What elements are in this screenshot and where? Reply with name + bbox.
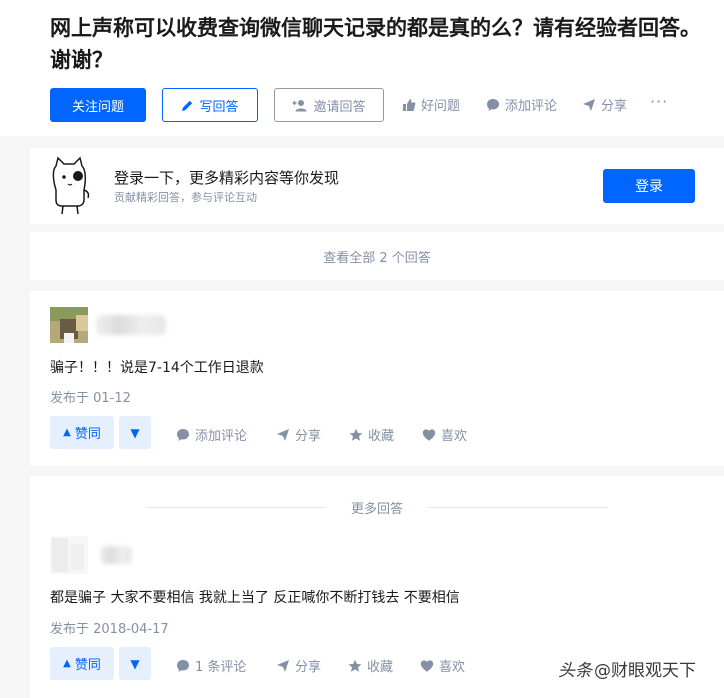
upvote-button[interactable]: ▲ 赞同 xyxy=(50,416,114,449)
triangle-down-icon: ▼ xyxy=(130,656,140,671)
answer-share-button[interactable]: 分享 xyxy=(276,425,321,444)
star-icon xyxy=(348,659,362,673)
triangle-up-icon: ▲ xyxy=(63,427,71,438)
heart-icon xyxy=(420,659,434,673)
comment-bubble-icon xyxy=(176,659,190,673)
triangle-up-icon: ▲ xyxy=(63,658,71,669)
watermark: 头条 @财眼观天下 xyxy=(558,656,696,681)
answer-card: 骗子！！！说是7-14个工作日退款 发布于 01-12 ▲ 赞同 ▼ 添加评论 … xyxy=(30,291,724,466)
answer-share-label: 分享 xyxy=(295,429,322,444)
invite-answer-button[interactable]: 邀请回答 xyxy=(274,88,384,122)
comment-bubble-icon xyxy=(486,98,500,112)
downvote-button[interactable]: ▼ xyxy=(119,416,151,449)
write-answer-button[interactable]: 写回答 xyxy=(162,88,258,122)
login-button-label: 登录 xyxy=(635,179,663,195)
share-button[interactable]: 分享 xyxy=(582,95,627,114)
answer-collect-label: 收藏 xyxy=(367,660,394,675)
good-question-button[interactable]: 好问题 xyxy=(402,95,460,114)
answer-date: 发布于 2018-04-17 xyxy=(50,622,169,637)
avatar xyxy=(50,307,88,343)
divider-line xyxy=(428,507,608,508)
answer-like-label: 喜欢 xyxy=(439,660,466,675)
answer-collect-button[interactable]: 收藏 xyxy=(349,425,394,444)
answer-share-button[interactable]: 分享 xyxy=(276,656,321,675)
add-user-icon xyxy=(292,99,308,112)
answer-comment-button[interactable]: 1 条评论 xyxy=(176,656,246,675)
upvote-button[interactable]: ▲ 赞同 xyxy=(50,647,114,680)
upvote-label: 赞同 xyxy=(74,427,101,442)
login-prompt-subtitle: 贡献精彩回答，参与评论互动 xyxy=(114,191,257,204)
answer-like-button[interactable]: 喜欢 xyxy=(420,656,465,675)
follow-question-label: 关注问题 xyxy=(71,99,124,115)
answer-comment-button[interactable]: 添加评论 xyxy=(176,425,247,444)
answer-comment-label: 添加评论 xyxy=(195,429,248,444)
login-prompt-title: 登录一下，更多精彩内容等你发现 xyxy=(114,169,340,187)
answer-like-label: 喜欢 xyxy=(441,429,468,444)
watermark-account: @财眼观天下 xyxy=(594,661,696,681)
answer-collect-button[interactable]: 收藏 xyxy=(348,656,393,675)
write-answer-label: 写回答 xyxy=(199,99,239,115)
watermark-prefix: 头条 xyxy=(558,661,592,681)
author-name-blurred[interactable] xyxy=(96,315,166,335)
heart-icon xyxy=(422,428,436,442)
author-name-blurred[interactable] xyxy=(100,546,132,564)
downvote-button[interactable]: ▼ xyxy=(119,647,151,680)
more-options-label: ··· xyxy=(650,92,669,111)
share-label: 分享 xyxy=(601,99,628,114)
answer-like-button[interactable]: 喜欢 xyxy=(422,425,467,444)
view-all-answers-label: 查看全部 2 个回答 xyxy=(323,250,431,266)
answer-date: 发布于 01-12 xyxy=(50,391,131,406)
share-plane-icon xyxy=(276,659,290,673)
login-prompt-card: 登录一下，更多精彩内容等你发现 贡献精彩回答，参与评论互动 登录 xyxy=(30,148,724,224)
more-answers-label: 更多回答 xyxy=(350,502,403,517)
mascot-illustration xyxy=(48,156,92,216)
question-title: 网上声称可以收费查询微信聊天记录的都是真的么？请有经验者回答。谢谢？ xyxy=(50,16,701,72)
share-plane-icon xyxy=(276,428,290,442)
answer-content: 都是骗子 大家不要相信 我就上当了 反正喊你不断打钱去 不要相信 xyxy=(50,590,460,606)
answer-share-label: 分享 xyxy=(295,660,322,675)
more-options-button[interactable]: ··· xyxy=(650,92,668,111)
view-all-answers-link[interactable]: 查看全部 2 个回答 xyxy=(30,232,724,280)
share-plane-icon xyxy=(582,98,596,112)
thumbs-up-icon xyxy=(402,98,416,112)
avatar xyxy=(50,536,88,574)
more-answers-divider: 更多回答 xyxy=(30,498,724,518)
pencil-icon xyxy=(181,99,194,112)
answer-content: 骗子！！！说是7-14个工作日退款 xyxy=(50,360,264,376)
upvote-label: 赞同 xyxy=(74,658,101,673)
follow-question-button[interactable]: 关注问题 xyxy=(50,88,146,122)
star-icon xyxy=(349,428,363,442)
add-comment-button[interactable]: 添加评论 xyxy=(486,95,557,114)
question-header: 网上声称可以收费查询微信聊天记录的都是真的么？请有经验者回答。谢谢？ 关注问题 … xyxy=(0,0,724,136)
add-comment-label: 添加评论 xyxy=(505,99,558,114)
answer-comment-label: 1 条评论 xyxy=(195,660,247,675)
login-button[interactable]: 登录 xyxy=(603,169,695,203)
invite-answer-label: 邀请回答 xyxy=(313,99,366,115)
good-question-label: 好问题 xyxy=(421,99,461,114)
answer-collect-label: 收藏 xyxy=(368,429,395,444)
comment-bubble-icon xyxy=(176,428,190,442)
triangle-down-icon: ▼ xyxy=(130,425,140,440)
